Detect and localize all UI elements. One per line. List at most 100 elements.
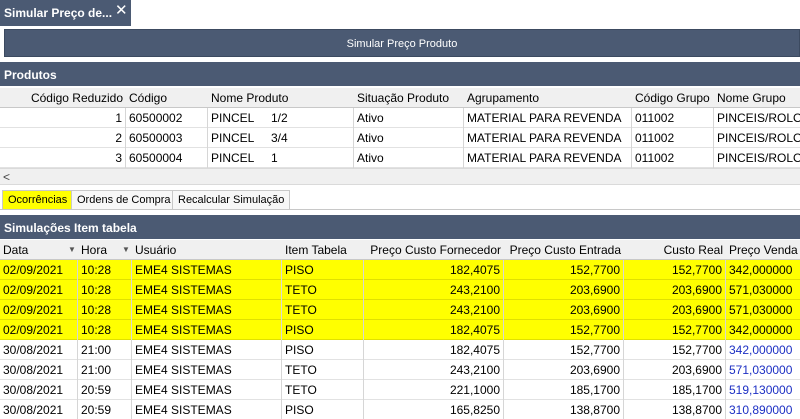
- simulacoes-header-row: Data ▼ Hora ▼ Usuário Item Tabela Preço …: [0, 240, 800, 260]
- col-hora[interactable]: Hora ▼: [78, 240, 132, 260]
- cell-preco-venda: 342,000000: [729, 323, 793, 337]
- cell-preco-custo-entrada: 152,7700: [504, 320, 624, 340]
- tab-ocorrencias[interactable]: Ocorrências: [2, 190, 74, 210]
- produtos-header: Produtos: [0, 62, 800, 86]
- tab-recalcular-simulacao[interactable]: Recalcular Simulação: [172, 190, 291, 210]
- sort-down-icon[interactable]: ▼: [68, 240, 76, 260]
- cell-item-tabela: TETO: [282, 360, 364, 380]
- cell-custo-real: 152,7700: [624, 340, 726, 360]
- col-nome-produto[interactable]: Nome Produto: [208, 88, 354, 108]
- cell-preco-custo-fornecedor: 182,4075: [364, 320, 504, 340]
- cell-custo-real: 152,7700: [624, 320, 726, 340]
- table-row[interactable]: 30/08/2021 21:00 EME4 SISTEMAS TETO 243,2100…: [0, 360, 800, 380]
- col-data-label: Data: [3, 243, 29, 257]
- cell-preco-custo-fornecedor: 243,2100: [364, 280, 504, 300]
- cell-item-tabela: PISO: [282, 260, 364, 280]
- col-custo-real[interactable]: Custo Real: [624, 240, 726, 260]
- produtos-header-row: Código Reduzido Código Nome Produto Situ…: [0, 88, 800, 108]
- cell-nome-produto: PINCEL: [211, 151, 255, 165]
- cell-preco-venda: 571,030000: [729, 283, 793, 297]
- cell-usuario: EME4 SISTEMAS: [132, 280, 282, 300]
- cell-item-tabela: TETO: [282, 280, 364, 300]
- cell-preco-custo-fornecedor: 243,2100: [364, 300, 504, 320]
- cell-hora: 10:28: [78, 280, 132, 300]
- cell-data: 30/08/2021: [0, 340, 78, 360]
- cell-data: 30/08/2021: [0, 400, 78, 419]
- cell-codigo-reduzido: 1: [0, 108, 126, 128]
- title-bar: Simular Preço de... ✕: [0, 0, 800, 27]
- cell-data: 02/09/2021: [0, 320, 78, 340]
- col-preco-custo-entrada[interactable]: Preço Custo Entrada: [504, 240, 624, 260]
- cell-situacao: Ativo: [354, 148, 464, 168]
- table-row[interactable]: 02/09/2021 10:28 EME4 SISTEMAS PISO 182,4075…: [0, 320, 800, 340]
- cell-usuario: EME4 SISTEMAS: [132, 400, 282, 419]
- cell-hora: 21:00: [78, 340, 132, 360]
- col-item-tabela[interactable]: Item Tabela: [282, 240, 364, 260]
- cell-hora: 10:28: [78, 260, 132, 280]
- cell-agrupamento: MATERIAL PARA REVENDA: [464, 128, 632, 148]
- cell-agrupamento: MATERIAL PARA REVENDA: [464, 108, 632, 128]
- table-row[interactable]: 2 60500003 PINCEL 3/4 Ativo MATERIAL PAR…: [0, 128, 800, 148]
- col-codigo-reduzido[interactable]: Código Reduzido: [0, 88, 126, 108]
- simulate-price-button[interactable]: Simular Preço Produto: [4, 29, 800, 57]
- cell-usuario: EME4 SISTEMAS: [132, 360, 282, 380]
- cell-data: 30/08/2021: [0, 360, 78, 380]
- col-nome-grupo[interactable]: Nome Grupo: [714, 88, 800, 108]
- cell-nome-grupo: PINCEIS/ROLO: [717, 151, 800, 165]
- cell-data: 02/09/2021: [0, 260, 78, 280]
- cell-codigo: 60500002: [126, 108, 208, 128]
- table-row[interactable]: 30/08/2021 21:00 EME4 SISTEMAS PISO 182,4075…: [0, 340, 800, 360]
- cell-usuario: EME4 SISTEMAS: [132, 260, 282, 280]
- cell-preco-venda: 571,030000: [729, 303, 793, 317]
- cell-item-tabela: PISO: [282, 340, 364, 360]
- col-agrupamento[interactable]: Agrupamento: [464, 88, 632, 108]
- table-row[interactable]: 1 60500002 PINCEL 1/2 Ativo MATERIAL PAR…: [0, 108, 800, 128]
- cell-codigo: 60500003: [126, 128, 208, 148]
- cell-nome-grupo: PINCEIS/ROLO: [717, 131, 800, 145]
- cell-nome-produto: PINCEL: [211, 111, 255, 125]
- cell-hora: 20:59: [78, 400, 132, 419]
- col-data[interactable]: Data ▼: [0, 240, 78, 260]
- cell-custo-real: 152,7700: [624, 260, 726, 280]
- cell-data: 02/09/2021: [0, 300, 78, 320]
- tab-ordens-de-compra[interactable]: Ordens de Compra: [71, 190, 177, 210]
- col-preco-custo-fornecedor[interactable]: Preço Custo Fornecedor: [364, 240, 504, 260]
- table-row[interactable]: 02/09/2021 10:28 EME4 SISTEMAS PISO 182,4075…: [0, 260, 800, 280]
- cell-item-tabela: TETO: [282, 380, 364, 400]
- cell-nome-produto: PINCEL: [211, 131, 255, 145]
- col-codigo-grupo[interactable]: Código Grupo: [632, 88, 714, 108]
- cell-item-tabela: TETO: [282, 300, 364, 320]
- table-row[interactable]: 02/09/2021 10:28 EME4 SISTEMAS TETO 243,2100…: [0, 300, 800, 320]
- col-preco-venda[interactable]: Preço Venda: [726, 240, 800, 260]
- cell-custo-real: 203,6900: [624, 280, 726, 300]
- table-row[interactable]: 30/08/2021 20:59 EME4 SISTEMAS PISO 165,8250…: [0, 400, 800, 419]
- cell-codigo-grupo: 011002: [632, 108, 714, 128]
- cell-codigo-reduzido: 3: [0, 148, 126, 168]
- cell-nome-produto-size: 1/2: [268, 108, 354, 128]
- document-tab-title: Simular Preço de...: [4, 6, 113, 20]
- cell-preco-custo-entrada: 185,1700: [504, 380, 624, 400]
- cell-preco-custo-entrada: 203,6900: [504, 300, 624, 320]
- cell-item-tabela: PISO: [282, 320, 364, 340]
- table-row[interactable]: 02/09/2021 10:28 EME4 SISTEMAS TETO 243,2100…: [0, 280, 800, 300]
- col-usuario[interactable]: Usuário: [132, 240, 282, 260]
- chevron-left-icon[interactable]: <: [3, 170, 10, 184]
- document-tab[interactable]: Simular Preço de... ✕: [0, 0, 131, 26]
- cell-codigo-grupo: 011002: [632, 148, 714, 168]
- col-hora-label: Hora: [81, 243, 108, 257]
- col-situacao-produto[interactable]: Situação Produto: [354, 88, 464, 108]
- horizontal-scrollbar[interactable]: <: [0, 168, 800, 185]
- cell-preco-custo-entrada: 152,7700: [504, 340, 624, 360]
- cell-preco-venda: 310,890000: [729, 403, 793, 417]
- cell-custo-real: 138,8700: [624, 400, 726, 419]
- close-icon[interactable]: ✕: [115, 1, 128, 19]
- table-row[interactable]: 3 60500004 PINCEL 1 Ativo MATERIAL PARA …: [0, 148, 800, 168]
- cell-nome-produto-size: 1: [268, 148, 354, 168]
- cell-codigo-reduzido: 2: [0, 128, 126, 148]
- table-row[interactable]: 30/08/2021 20:59 EME4 SISTEMAS TETO 221,1000…: [0, 380, 800, 400]
- col-codigo[interactable]: Código: [126, 88, 208, 108]
- simulacoes-header: Simulações Item tabela: [0, 215, 800, 239]
- cell-preco-custo-fornecedor: 182,4075: [364, 260, 504, 280]
- cell-preco-custo-fornecedor: 165,8250: [364, 400, 504, 419]
- sort-down-icon[interactable]: ▼: [122, 240, 130, 260]
